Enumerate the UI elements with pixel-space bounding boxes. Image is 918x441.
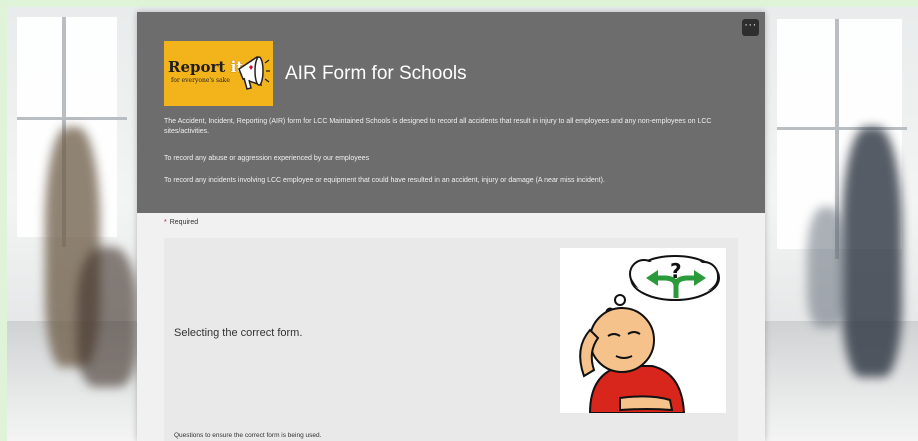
form-description-1: The Accident, Incident, Reporting (AIR) … xyxy=(164,118,712,135)
form-title: AIR Form for Schools xyxy=(285,63,467,84)
section-title: Selecting the correct form. xyxy=(174,327,303,339)
section-note: Questions to ensure the correct form is … xyxy=(174,432,322,439)
form-description-2: To record any abuse or aggression experi… xyxy=(164,155,370,162)
required-label: Required xyxy=(169,219,199,226)
required-star: * xyxy=(164,219,167,226)
form-card: ··· Report it for everyone's sake AIR Fo… xyxy=(137,12,765,441)
form-description-3: To record any incidents involving LCC em… xyxy=(164,177,605,184)
section-block: Selecting the correct form. ? Questions … xyxy=(164,238,738,441)
megaphone-icon xyxy=(238,55,270,90)
report-it-logo: Report it for everyone's sake xyxy=(164,41,273,106)
logo-text: Report it xyxy=(168,58,244,76)
more-options-button[interactable]: ··· xyxy=(742,19,759,36)
thinking-person-choice-icon: ? xyxy=(560,248,726,414)
form-header: ··· Report it for everyone's sake AIR Fo… xyxy=(137,12,765,213)
logo-tagline: for everyone's sake xyxy=(171,77,230,84)
required-legend: * Required xyxy=(164,219,198,226)
